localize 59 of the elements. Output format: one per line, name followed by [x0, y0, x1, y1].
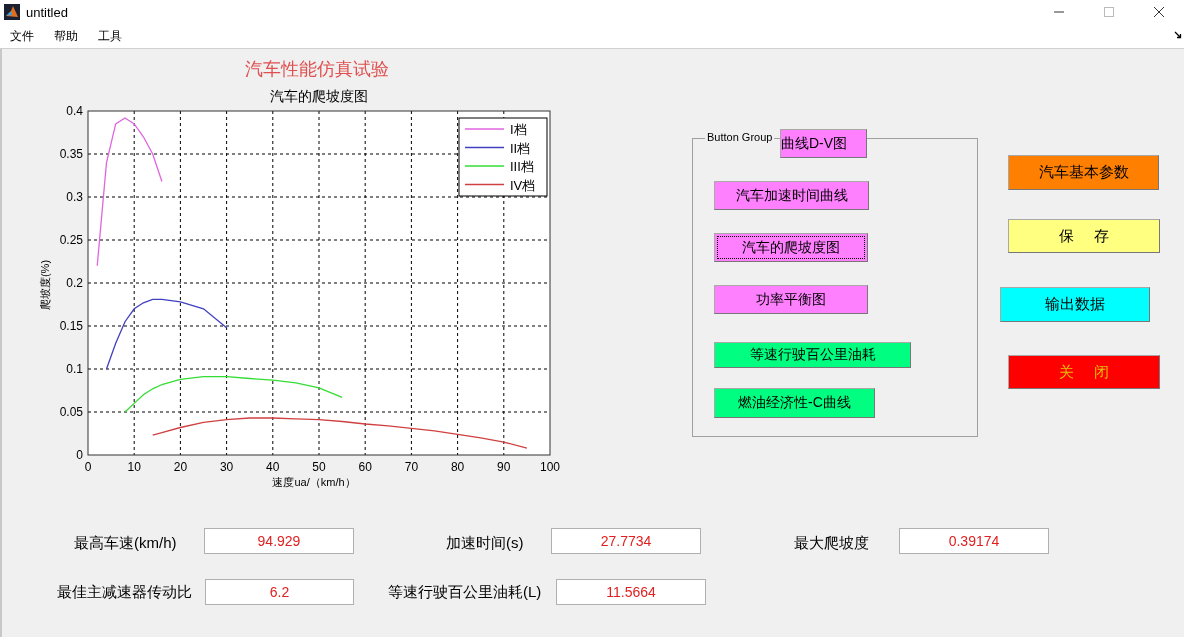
tick-label: 0.3: [66, 190, 83, 204]
tick-label: 80: [450, 460, 465, 474]
output-field[interactable]: 0.39174: [899, 528, 1049, 554]
group-label: Button Group: [705, 131, 775, 143]
chart-title: 汽车的爬坡度图: [270, 88, 368, 104]
app-heading: 汽车性能仿真试验: [245, 57, 389, 81]
tick-label: 10: [127, 460, 141, 474]
menu-item[interactable]: 文件: [0, 27, 44, 45]
tick-label: 0.05: [59, 405, 83, 419]
output-field[interactable]: 94.929: [204, 528, 354, 554]
legend-label: II档: [510, 140, 531, 156]
plot-button[interactable]: 等速行驶百公里油耗: [714, 342, 911, 368]
field-label: 最大爬坡度: [794, 534, 869, 553]
tick-label: 20: [173, 460, 188, 474]
legend-line: [464, 183, 505, 186]
tick-label: 0.35: [59, 147, 83, 161]
tick-label: 100: [540, 460, 560, 474]
tick-label: 0.2: [66, 276, 83, 290]
action-button[interactable]: 输出数据: [1000, 287, 1150, 322]
tick-label: 30: [219, 460, 234, 474]
output-field[interactable]: 11.5664: [556, 579, 706, 605]
output-field[interactable]: 27.7734: [551, 528, 701, 554]
window-title: untitled: [26, 4, 68, 20]
tick-label: 0.1: [66, 362, 83, 376]
dock-arrow-icon[interactable]: [1174, 31, 1182, 39]
action-button[interactable]: 汽车基本参数: [1008, 155, 1159, 190]
tick-label: 0.25: [59, 233, 83, 247]
tick-label: 60: [358, 460, 372, 474]
tick-label: 0: [76, 448, 83, 462]
legend-line: [464, 165, 505, 167]
close-icon[interactable]: [1153, 6, 1165, 18]
legend-line: [464, 128, 505, 130]
legend-label: I档: [510, 122, 527, 137]
plot-button[interactable]: 曲线D-V图: [780, 129, 867, 158]
plot-button[interactable]: 燃油经济性-C曲线: [714, 388, 875, 418]
app-icon: [4, 4, 20, 20]
plot-button[interactable]: 汽车的爬坡度图: [714, 233, 868, 262]
tick-label: 0: [84, 460, 92, 474]
output-field[interactable]: 6.2: [205, 579, 354, 605]
action-button[interactable]: 保 存: [1008, 219, 1160, 253]
legend-label: III档: [510, 159, 534, 174]
legend-line: [464, 146, 505, 149]
axis-label: 爬坡度(%): [39, 259, 51, 311]
tick-label: 90: [497, 460, 511, 474]
tick-label: 50: [312, 460, 326, 474]
field-label: 加速时间(s): [446, 534, 524, 553]
field-label: 最高车速(km/h): [74, 534, 177, 553]
tick-label: 40: [266, 460, 280, 474]
axis-label: 速度ua/（km/h）: [272, 476, 356, 488]
legend-label: IV档: [510, 177, 536, 193]
menu-item[interactable]: 帮助: [44, 27, 88, 45]
menu-item[interactable]: 工具: [88, 27, 132, 45]
plot-button[interactable]: 功率平衡图: [714, 285, 868, 314]
field-label: 等速行驶百公里油耗(L): [388, 583, 542, 602]
field-label: 最佳主减速器传动比: [57, 583, 192, 602]
tick-label: 0.15: [59, 319, 83, 333]
tick-label: 70: [404, 460, 419, 474]
plot-button[interactable]: 汽车加速时间曲线: [714, 181, 869, 210]
tick-label: 0.4: [66, 104, 83, 118]
